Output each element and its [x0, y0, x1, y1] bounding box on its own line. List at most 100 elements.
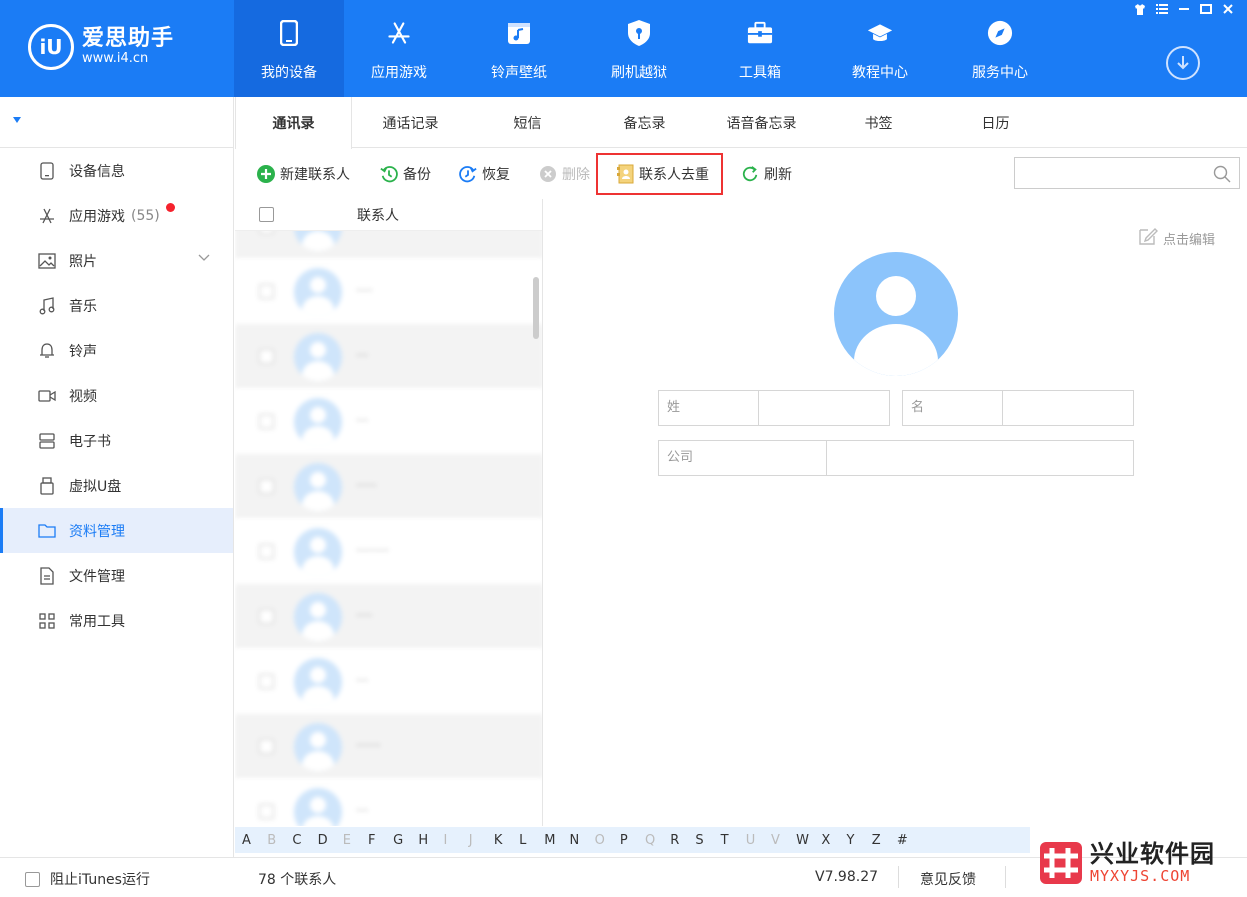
nav-toolbox[interactable]: 工具箱 [705, 0, 815, 97]
appstore-icon [386, 20, 412, 46]
tab-sms[interactable]: 短信 [469, 97, 586, 148]
alphabet-letter[interactable]: X [821, 833, 846, 848]
nav-flash[interactable]: 刷机越狱 [584, 0, 694, 97]
alphabet-letter[interactable]: L [519, 833, 544, 848]
alphabet-letter[interactable]: P [620, 833, 645, 848]
menu-icon[interactable] [1153, 2, 1171, 16]
watermark-logo [1040, 842, 1082, 884]
alphabet-letter[interactable]: M [544, 833, 569, 848]
tab-notes[interactable]: 备忘录 [586, 97, 703, 148]
alphabet-letter[interactable]: Z [872, 833, 897, 848]
contact-row[interactable]: ··· [235, 389, 542, 454]
sidebar-item-label: 文件管理 [69, 568, 125, 585]
sidebar-item-device-info[interactable]: 设备信息 [0, 148, 233, 193]
alphabet-letter[interactable]: N [569, 833, 594, 848]
search-icon[interactable] [1213, 165, 1231, 187]
alphabet-letter[interactable]: H [418, 833, 443, 848]
surname-value[interactable] [759, 391, 889, 425]
skin-icon[interactable] [1131, 2, 1149, 16]
contact-row[interactable]: ········ [235, 519, 542, 584]
sidebar-item-photos[interactable]: 照片 [0, 238, 233, 283]
surname-field[interactable]: 姓 [658, 390, 890, 426]
row-checkbox[interactable] [259, 739, 274, 754]
contact-avatar[interactable] [834, 252, 958, 376]
tab-bookmarks[interactable]: 书签 [820, 97, 937, 148]
contact-row[interactable]: ···· [235, 259, 542, 324]
sidebar: 设备信息 应用游戏 (55) 照片 音乐 铃声 视频 电子书 虚拟U盘 资料管理… [0, 97, 234, 857]
new-contact-button[interactable]: 新建联系人 [257, 161, 350, 187]
row-checkbox[interactable] [259, 349, 274, 364]
nav-service[interactable]: 服务中心 [945, 0, 1055, 97]
sidebar-item-data-management[interactable]: 资料管理 [0, 508, 233, 553]
sidebar-item-apps[interactable]: 应用游戏 (55) [0, 193, 233, 238]
company-field[interactable]: 公司 [658, 440, 1134, 476]
contact-row[interactable]: ····· [235, 454, 542, 519]
alphabet-letter[interactable]: S [695, 833, 720, 848]
sidebar-item-music[interactable]: 音乐 [0, 283, 233, 328]
row-checkbox[interactable] [259, 609, 274, 624]
row-checkbox[interactable] [259, 284, 274, 299]
tab-calendar[interactable]: 日历 [937, 97, 1054, 148]
row-checkbox[interactable] [259, 674, 274, 689]
alphabet-letter[interactable]: K [494, 833, 519, 848]
dedup-contacts-button[interactable]: 联系人去重 [596, 153, 723, 195]
block-itunes-checkbox[interactable] [25, 871, 40, 887]
sidebar-item-ringtones[interactable]: 铃声 [0, 328, 233, 373]
contact-row[interactable]: ··· [235, 779, 542, 826]
alphabet-letter[interactable]: G [393, 833, 418, 848]
close-icon[interactable] [1219, 2, 1237, 16]
nav-my-device[interactable]: 我的设备 [234, 0, 344, 97]
backup-button[interactable]: 备份 [380, 161, 431, 187]
nav-ringtones[interactable]: 铃声壁纸 [464, 0, 574, 97]
contact-row[interactable]: ··· [235, 649, 542, 714]
nav-apps[interactable]: 应用游戏 [344, 0, 454, 97]
alphabet-letter[interactable]: T [721, 833, 746, 848]
alphabet-letter[interactable]: Y [847, 833, 872, 848]
sidebar-item-videos[interactable]: 视频 [0, 373, 233, 418]
alphabet-letter[interactable]: D [318, 833, 343, 848]
feedback-link[interactable]: 意见反馈 [920, 869, 976, 889]
download-icon[interactable] [1166, 46, 1200, 80]
alphabet-letter[interactable]: W [796, 833, 821, 848]
sidebar-item-file-management[interactable]: 文件管理 [0, 553, 233, 598]
maximize-icon[interactable] [1197, 2, 1215, 16]
list-scrollbar[interactable] [533, 277, 539, 339]
surname-label: 姓 [659, 391, 759, 425]
alphabet-letter[interactable]: R [670, 833, 695, 848]
divider [898, 866, 899, 888]
contact-row[interactable]: ··· [235, 324, 542, 389]
edit-button[interactable]: 点击编辑 [1138, 226, 1215, 250]
alphabet-letter[interactable]: # [897, 833, 922, 848]
given-name-value[interactable] [1003, 391, 1133, 425]
bell-icon [38, 342, 56, 360]
tab-voice-memos[interactable]: 语音备忘录 [703, 97, 820, 148]
nav-label: 铃声壁纸 [491, 65, 547, 81]
tab-contacts[interactable]: 通讯录 [235, 97, 352, 149]
refresh-button[interactable]: 刷新 [741, 161, 792, 187]
row-checkbox[interactable] [259, 804, 274, 819]
sidebar-item-ebooks[interactable]: 电子书 [0, 418, 233, 463]
minimize-icon[interactable] [1175, 2, 1193, 16]
select-all-checkbox[interactable] [259, 207, 274, 222]
chevron-down-icon[interactable] [198, 251, 210, 265]
tab-call-log[interactable]: 通话记录 [352, 97, 469, 148]
delete-label: 删除 [562, 167, 590, 183]
row-checkbox[interactable] [259, 544, 274, 559]
contact-row[interactable]: ···· [235, 584, 542, 649]
row-checkbox[interactable] [259, 479, 274, 494]
device-selector[interactable] [0, 97, 233, 148]
search-input[interactable] [1015, 158, 1205, 188]
sidebar-item-usb[interactable]: 虚拟U盘 [0, 463, 233, 508]
row-checkbox[interactable] [259, 414, 274, 429]
contact-row[interactable]: ······ [235, 714, 542, 779]
nav-tutorials[interactable]: 教程中心 [825, 0, 935, 97]
alphabet-letter[interactable]: A [242, 833, 267, 848]
block-itunes-option[interactable]: 阻止iTunes运行 [25, 869, 150, 889]
sidebar-item-tools[interactable]: 常用工具 [0, 598, 233, 643]
alphabet-letter[interactable]: C [292, 833, 317, 848]
given-name-field[interactable]: 名 [902, 390, 1134, 426]
alphabet-letter[interactable]: F [368, 833, 393, 848]
company-value[interactable] [827, 441, 1133, 475]
delete-button[interactable]: 删除 [539, 161, 590, 187]
restore-button[interactable]: 恢复 [459, 161, 510, 187]
